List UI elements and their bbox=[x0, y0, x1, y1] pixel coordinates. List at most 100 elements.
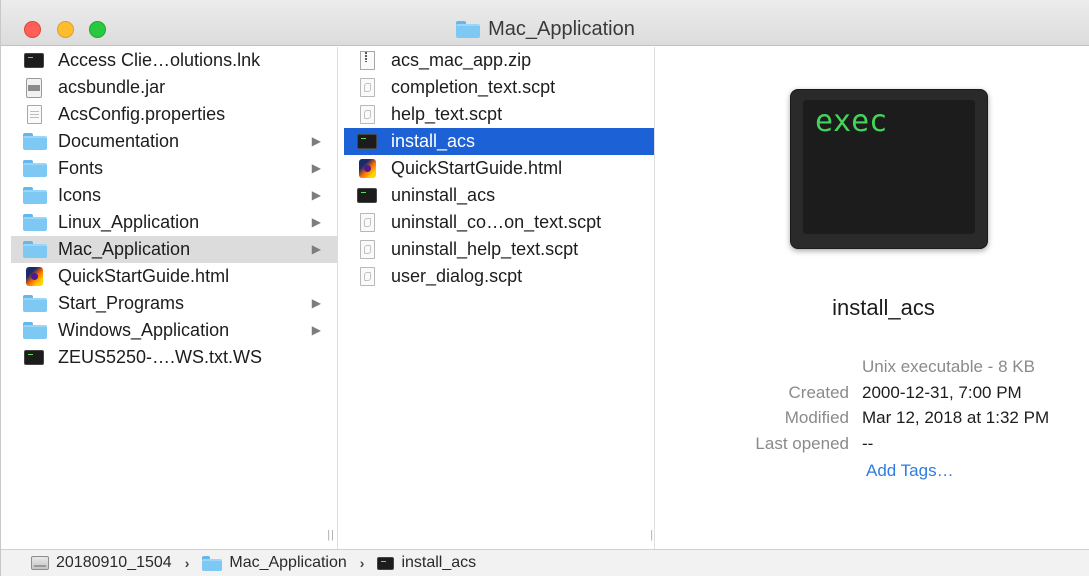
terminal-icon bbox=[24, 53, 44, 68]
row-icon-wrap bbox=[23, 240, 47, 260]
column-resize-handle[interactable]: | | bbox=[650, 529, 654, 541]
exec-label: exec bbox=[815, 104, 888, 139]
file-name: acs_mac_app.zip bbox=[391, 50, 532, 70]
document-icon bbox=[26, 105, 42, 124]
file-name: QuickStartGuide.html bbox=[391, 158, 563, 178]
last-opened-value: -- bbox=[862, 434, 874, 453]
row-icon-wrap bbox=[23, 132, 47, 152]
file-name: acsbundle.jar bbox=[58, 77, 166, 97]
folder-icon bbox=[23, 214, 47, 231]
file-name: user_dialog.scpt bbox=[391, 266, 523, 286]
path-segment[interactable]: install_acs bbox=[377, 554, 476, 572]
file-row[interactable]: Fonts ▶ bbox=[11, 155, 337, 182]
created-label: Created bbox=[788, 383, 849, 402]
finder-window: Mac_Application Access Clie…olutions.lnk… bbox=[0, 0, 1089, 576]
file-row[interactable]: QuickStartGuide.html bbox=[344, 155, 654, 182]
folder-icon bbox=[23, 133, 47, 150]
script-icon bbox=[359, 267, 375, 286]
disclosure-arrow-icon: ▶ bbox=[311, 134, 321, 148]
disclosure-arrow-icon: ▶ bbox=[311, 323, 321, 337]
file-row[interactable]: AcsConfig.properties bbox=[11, 101, 337, 128]
file-row[interactable]: uninstall_help_text.scpt bbox=[344, 236, 654, 263]
file-row[interactable]: user_dialog.scpt bbox=[344, 263, 654, 290]
title-bar[interactable]: Mac_Application bbox=[1, 0, 1089, 46]
file-row[interactable]: Linux_Application ▶ bbox=[11, 209, 337, 236]
disclosure-arrow-icon: ▶ bbox=[311, 215, 321, 229]
file-name: uninstall_acs bbox=[391, 185, 496, 205]
row-icon-wrap bbox=[356, 240, 378, 260]
path-separator: › bbox=[184, 555, 190, 571]
folder-icon bbox=[23, 322, 47, 339]
file-row[interactable]: Mac_Application ▶ bbox=[11, 236, 337, 263]
file-row[interactable]: Documentation ▶ bbox=[11, 128, 337, 155]
folder-icon bbox=[202, 555, 223, 571]
row-icon-wrap bbox=[23, 294, 47, 314]
preview-file-name: install_acs bbox=[832, 295, 935, 320]
created-value: 2000-12-31, 7:00 PM bbox=[862, 383, 1022, 402]
file-row[interactable]: Windows_Application ▶ bbox=[11, 317, 337, 344]
file-name: Icons bbox=[58, 185, 102, 205]
terminal-screen: exec bbox=[803, 100, 975, 234]
exec-preview-icon: exec bbox=[790, 89, 988, 249]
file-row[interactable]: Start_Programs ▶ bbox=[11, 290, 337, 317]
file-row[interactable]: ZEUS5250-….WS.txt.WS bbox=[11, 344, 337, 371]
column-resize-handle[interactable]: | | bbox=[327, 529, 334, 541]
info-modified-row: Modified Mar 12, 2018 at 1:32 PM bbox=[677, 408, 1089, 432]
file-name: Linux_Application bbox=[58, 212, 200, 232]
row-icon-wrap bbox=[23, 348, 45, 368]
firefox-icon bbox=[25, 267, 43, 286]
file-name: completion_text.scpt bbox=[391, 77, 556, 97]
column-current-list: acs_mac_app.zip completion_text.scpt help_… bbox=[344, 47, 654, 290]
file-name: AcsConfig.properties bbox=[58, 104, 226, 124]
file-row[interactable]: acsbundle.jar bbox=[11, 74, 337, 101]
row-icon-wrap bbox=[356, 267, 378, 287]
row-icon-wrap bbox=[23, 51, 45, 71]
file-row[interactable]: help_text.scpt bbox=[344, 101, 654, 128]
folder-icon bbox=[23, 160, 47, 177]
disclosure-arrow-icon: ▶ bbox=[311, 161, 321, 175]
file-name: uninstall_help_text.scpt bbox=[391, 239, 579, 259]
file-row[interactable]: Access Clie…olutions.lnk bbox=[11, 47, 337, 74]
row-icon-wrap bbox=[356, 78, 378, 98]
file-row[interactable]: uninstall_acs bbox=[344, 182, 654, 209]
file-row[interactable]: install_acs bbox=[344, 128, 654, 155]
file-row[interactable]: acs_mac_app.zip bbox=[344, 47, 654, 74]
file-row[interactable]: uninstall_co…on_text.scpt bbox=[344, 209, 654, 236]
row-icon-wrap bbox=[23, 321, 47, 341]
file-kind: Unix executable - 8 KB bbox=[862, 357, 1035, 376]
folder-icon bbox=[23, 295, 47, 312]
column-parent-folder[interactable]: Access Clie…olutions.lnk acsbundle.jar Acs… bbox=[11, 47, 338, 549]
path-segment[interactable]: Mac_Application bbox=[202, 554, 347, 572]
row-icon-wrap bbox=[356, 159, 378, 179]
file-name: QuickStartGuide.html bbox=[58, 266, 230, 286]
preview-pane: exec install_acs Unix executable - 8 KB … bbox=[677, 47, 1089, 549]
path-segment-label: 20180910_1504 bbox=[56, 554, 172, 571]
row-icon-wrap bbox=[23, 213, 47, 233]
column-current-folder[interactable]: acs_mac_app.zip completion_text.scpt help_… bbox=[344, 47, 655, 549]
path-segment-label: Mac_Application bbox=[229, 554, 347, 571]
folder-icon bbox=[23, 187, 47, 204]
file-name: install_acs bbox=[391, 131, 476, 151]
hard-drive-icon bbox=[31, 556, 49, 570]
add-tags-link[interactable]: Add Tags… bbox=[866, 461, 954, 481]
file-name: Access Clie…olutions.lnk bbox=[58, 50, 261, 70]
file-row[interactable]: completion_text.scpt bbox=[344, 74, 654, 101]
file-name: Documentation bbox=[58, 131, 180, 151]
modified-value: Mar 12, 2018 at 1:32 PM bbox=[862, 408, 1050, 427]
row-icon-wrap bbox=[356, 186, 378, 206]
file-name: Start_Programs bbox=[58, 293, 185, 313]
file-row[interactable]: Icons ▶ bbox=[11, 182, 337, 209]
terminal-icon bbox=[357, 188, 377, 203]
info-created-row: Created 2000-12-31, 7:00 PM bbox=[677, 383, 1089, 407]
terminal-icon bbox=[377, 556, 395, 570]
last-opened-label: Last opened bbox=[755, 434, 849, 453]
script-icon bbox=[359, 213, 375, 232]
row-icon-wrap bbox=[23, 186, 47, 206]
row-icon-wrap bbox=[23, 105, 45, 125]
file-name: Mac_Application bbox=[58, 239, 191, 259]
script-icon bbox=[359, 78, 375, 97]
file-row[interactable]: QuickStartGuide.html bbox=[11, 263, 337, 290]
path-segment[interactable]: 20180910_1504 bbox=[31, 554, 172, 572]
file-name: Windows_Application bbox=[58, 320, 230, 340]
folder-icon bbox=[456, 20, 481, 38]
